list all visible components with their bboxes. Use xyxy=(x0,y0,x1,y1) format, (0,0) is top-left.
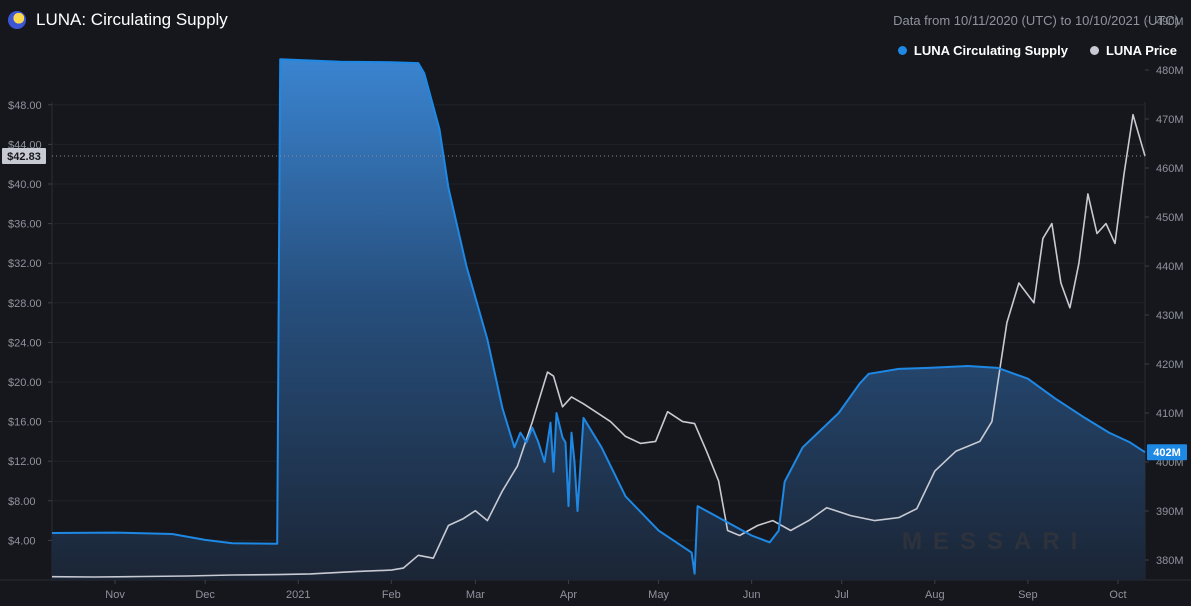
right-tick-label: 490M xyxy=(1156,16,1184,28)
left-tick-label: $28.00 xyxy=(8,298,42,310)
right-tick-label: 390M xyxy=(1156,506,1184,518)
messari-watermark: MESSARI xyxy=(902,528,1088,555)
right-tick-label: 410M xyxy=(1156,408,1184,420)
x-tick-label: Apr xyxy=(560,589,577,601)
left-tick-label: $36.00 xyxy=(8,219,42,231)
left-tick-label: $16.00 xyxy=(8,417,42,429)
x-tick-label: Aug xyxy=(925,589,945,601)
x-tick-label: Mar xyxy=(466,589,485,601)
supply-area-layer xyxy=(52,59,1145,580)
left-tick-label: $40.00 xyxy=(8,179,42,191)
x-tick-label: May xyxy=(648,589,669,601)
right-supply-axis: 380M390M400M410M420M430M440M450M460M470M… xyxy=(1145,16,1184,567)
x-tick-label: Nov xyxy=(105,589,125,601)
left-tick-label: $20.00 xyxy=(8,377,42,389)
left-tick-label: $32.00 xyxy=(8,258,42,270)
x-date-axis: Nov Dec 2021 Feb Mar Apr May Jun Jul Aug Sep Oct xyxy=(105,580,1127,601)
x-tick-label: Jun xyxy=(743,589,761,601)
right-tick-label: 470M xyxy=(1156,114,1184,126)
left-tick-label: $8.00 xyxy=(8,496,36,508)
right-tick-label: 480M xyxy=(1156,65,1184,77)
x-tick-label: Jul xyxy=(835,589,849,601)
x-tick-label: 2021 xyxy=(286,589,310,601)
right-tick-label: 380M xyxy=(1156,555,1184,567)
left-price-axis: $4.00 $8.00 $12.00 $16.00 $20.00 $24.00 $28.00… xyxy=(8,100,52,547)
right-tick-label: 430M xyxy=(1156,310,1184,322)
left-tick-label: $24.00 xyxy=(8,337,42,349)
x-tick-label: Sep xyxy=(1018,589,1038,601)
right-tick-label: 460M xyxy=(1156,163,1184,175)
left-tick-label: $4.00 xyxy=(8,535,36,547)
luna-supply-price-chart[interactable]: MESSARI $4.00 $8.00 $12.00 $16.00 $20.00 $24.… xyxy=(0,0,1191,606)
x-tick-label: Oct xyxy=(1109,589,1126,601)
right-tick-label: 420M xyxy=(1156,359,1184,371)
left-tick-label: $48.00 xyxy=(8,100,42,112)
left-tick-label: $12.00 xyxy=(8,456,42,468)
x-tick-label: Dec xyxy=(195,589,215,601)
current-supply-label: 402M xyxy=(1153,447,1181,459)
current-price-label: $42.83 xyxy=(7,151,41,163)
x-tick-label: Feb xyxy=(382,589,401,601)
supply-area xyxy=(52,59,1145,580)
right-tick-label: 450M xyxy=(1156,212,1184,224)
right-tick-label: 440M xyxy=(1156,261,1184,273)
